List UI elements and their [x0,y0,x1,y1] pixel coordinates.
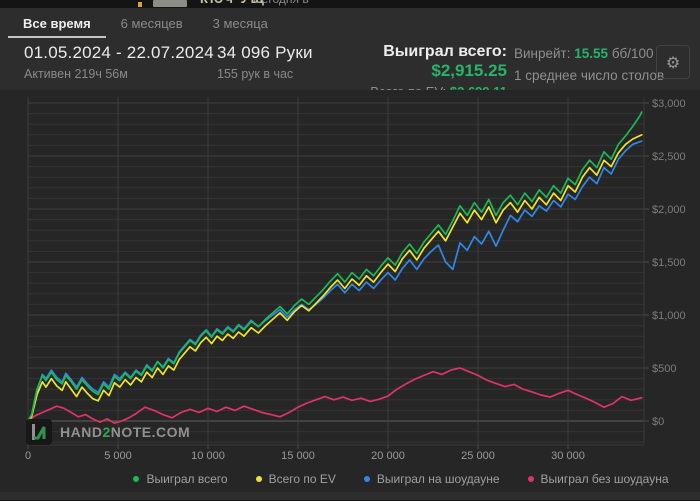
background-window-strip: КЮч УЩ Сегодня в [0,0,700,8]
period-range: 01.05.2024 - 22.07.2024 [24,43,214,62]
period-stat: 01.05.2024 - 22.07.2024 Активен 219ч 56м [24,43,214,81]
legend-dot-icon [133,476,140,482]
hands-per-hour: 155 рук в час [217,67,294,81]
period-tabbar: Все время 6 месяцев 3 месяца [0,8,700,38]
winnings-chart[interactable]: 0 5 000 10 000 15 000 20 000 25 000 30 000 $0 $5… [0,90,700,465]
legend-item[interactable]: Выиграл всего [133,472,228,486]
hand2note-results-panel: Все время 6 месяцев 3 месяца 01.05.2024 … [0,8,700,501]
y-axis-label: $1,000 [652,310,686,322]
legend-dot-icon [527,476,534,482]
legend-label: Всего по EV [268,472,336,486]
y-axis-label: $3,000 [652,98,686,110]
y-axis-label: $500 [652,363,676,375]
x-axis-label: 0 [25,450,31,462]
avg-tables: 1 среднее число столов [514,68,665,83]
x-axis-label: 30 000 [551,450,585,462]
total-won-value: $2,915.25 [431,61,507,80]
x-axis-label: 10 000 [191,450,225,462]
total-won-label: Выиграл всего: [383,43,507,60]
y-axis-label: $2,000 [652,204,686,216]
active-time: Активен 219ч 56м [24,67,128,81]
hands-stat: 34 096 Руки 155 рук в час [217,43,313,81]
x-axis-label: 5 000 [104,450,132,462]
gear-icon: ⚙ [665,52,681,72]
tab-all-time[interactable]: Все время [8,8,106,38]
series-line-Выиграл всего [27,111,643,422]
tab-6-months[interactable]: 6 месяцев [106,8,198,38]
winrate-value: 15.55 [574,46,609,61]
series-line-Выиграл без шоудауна [27,367,643,424]
legend-dot-icon [255,476,262,482]
hand2note-logo-icon [26,419,52,445]
wordmark-hand: HAND [60,424,103,440]
legend-label: Выиграл без шоудауна [540,472,669,486]
chart-legend: Выиграл всего Всего по EV Выиграл на шоуда… [110,470,692,488]
legend-label: Выиграл всего [146,472,228,486]
chart-region: 0 5 000 10 000 15 000 20 000 25 000 30 000 $0 $5… [0,90,700,492]
tab-3-months[interactable]: 3 месяца [198,8,283,38]
x-axis-label: 25 000 [461,450,495,462]
winrate-label: Винрейт: [514,46,571,61]
settings-button[interactable]: ⚙ [656,45,690,79]
background-fragment-yellow [138,2,142,7]
stats-header: 01.05.2024 - 22.07.2024 Активен 219ч 56м… [0,38,700,99]
hand2note-wordmark: HAND2NOTE.COM [60,424,190,440]
wordmark-note: NOTE.COM [110,424,191,440]
x-axis-label: 20 000 [371,450,405,462]
app-window: КЮч УЩ Сегодня в Все время 6 месяцев 3 м… [0,0,700,501]
winrate-unit: бб/100 [611,46,654,61]
legend-item[interactable]: Всего по EV [255,472,336,486]
hand2note-watermark: HAND2NOTE.COM [26,419,190,445]
x-axis-label: 15 000 [281,450,315,462]
y-axis-label: $2,500 [652,151,686,163]
legend-dot-icon [363,476,370,482]
wordmark-2: 2 [102,424,111,440]
background-fragment-thumbnail [153,0,187,7]
legend-item[interactable]: Выиграл без шоудауна [527,472,669,486]
background-fragment-timestamp: Сегодня в [253,0,309,6]
legend-label: Выиграл на шоудауне [376,472,500,486]
y-axis-label: $1,500 [652,257,686,269]
y-axis-label: $0 [652,416,664,428]
legend-item[interactable]: Выиграл на шоудауне [363,472,500,486]
hands-count: 34 096 Руки [217,43,313,62]
winrate-stat: Винрейт: 15.55 бб/100 1 среднее число ст… [514,46,664,83]
